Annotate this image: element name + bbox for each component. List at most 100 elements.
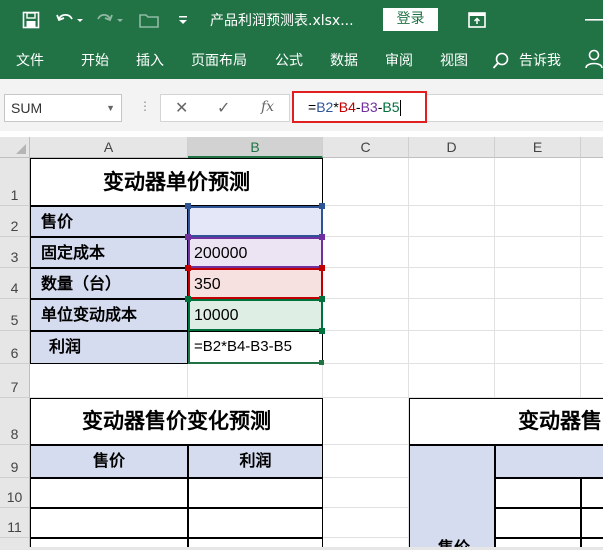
chevron-down-icon[interactable]: ▼ — [106, 95, 115, 121]
column-header-f[interactable] — [581, 137, 603, 158]
tab-home[interactable]: 开始 — [81, 50, 109, 70]
row-header-1[interactable]: 1 — [0, 158, 30, 206]
range-handle[interactable] — [185, 265, 191, 271]
table2-cell[interactable] — [188, 478, 323, 508]
table3-cell[interactable] — [495, 478, 581, 508]
row-header-9[interactable]: 9 — [0, 445, 30, 478]
select-all-corner[interactable] — [0, 137, 30, 158]
label-fixed-cost[interactable]: 固定成本 — [30, 237, 188, 268]
formula-input-extension[interactable] — [427, 94, 603, 122]
row-header-2[interactable]: 2 — [0, 206, 30, 237]
column-header-e[interactable]: E — [495, 137, 581, 158]
row-number: 8 — [10, 426, 19, 442]
tab-review[interactable]: 审阅 — [385, 50, 413, 70]
row-number: 2 — [10, 218, 19, 234]
tell-me-button[interactable]: 告诉我 — [519, 50, 561, 70]
tab-data[interactable]: 数据 — [330, 50, 358, 70]
label-unit-variable-cost[interactable]: 单位变动成本 — [30, 299, 188, 331]
table2-header-price[interactable]: 售价 — [30, 445, 188, 478]
row-number: 1 — [10, 187, 19, 203]
search-icon[interactable] — [492, 52, 509, 69]
table3-cell[interactable] — [581, 508, 603, 538]
column-header-b[interactable]: B — [188, 137, 323, 158]
row-number: 5 — [10, 312, 19, 328]
table2-title[interactable]: 变动器售价变化预测 — [30, 398, 323, 445]
column-header-a[interactable]: A — [30, 137, 188, 158]
range-handle[interactable] — [319, 234, 325, 240]
row-header-10[interactable]: 10 — [0, 478, 30, 508]
table2-header-profit[interactable]: 利润 — [188, 445, 323, 478]
row-header-3[interactable]: 3 — [0, 237, 30, 268]
table3-cell[interactable] — [581, 478, 603, 508]
enter-icon[interactable]: ✓ — [217, 98, 230, 117]
row-number: 10 — [6, 489, 23, 505]
text-caret — [400, 100, 402, 117]
fill-handle[interactable] — [319, 360, 324, 365]
label-profit[interactable]: 利润 — [30, 331, 188, 364]
restore-window-icon[interactable] — [466, 9, 488, 31]
redo-icon[interactable] — [95, 9, 125, 31]
person-icon[interactable] — [585, 49, 603, 73]
more-icon[interactable]: ⋮ — [139, 99, 151, 113]
formula-input[interactable]: =B2*B4-B3-B5 — [292, 91, 427, 123]
formula-equals: = — [308, 99, 317, 115]
row-number: 4 — [10, 280, 19, 296]
customize-icon[interactable] — [172, 9, 194, 31]
row-number: 6 — [10, 345, 19, 361]
file-name: 产品利润预测表.xlsx... — [210, 13, 354, 29]
cell-b3-fixed-cost[interactable]: 200000 — [188, 237, 323, 268]
table2-cell[interactable] — [188, 508, 323, 538]
insert-function-button[interactable]: fx — [261, 99, 274, 115]
tab-view[interactable]: 视图 — [440, 50, 468, 70]
formula-ref-b3: B3 — [360, 99, 378, 115]
table3-title[interactable]: 变动器售 — [409, 398, 603, 445]
formula-buttons: ✕ ✓ fx — [160, 94, 290, 122]
table3-header[interactable] — [495, 445, 603, 478]
cell-b4-quantity[interactable]: 350 — [188, 268, 323, 299]
table3-cell[interactable] — [495, 508, 581, 538]
table1-title[interactable]: 变动器单价预测 — [30, 158, 323, 206]
row-header-5[interactable]: 5 — [0, 299, 30, 331]
minimize-icon[interactable] — [573, 9, 603, 31]
spreadsheet-grid[interactable]: A B C D E 1 2 3 4 5 6 7 8 9 10 11 变动器单价预… — [0, 131, 603, 550]
tab-file[interactable]: 文件 — [16, 50, 44, 70]
tab-insert[interactable]: 插入 — [136, 50, 164, 70]
folder-icon[interactable] — [138, 9, 160, 31]
formula-ref-b4: B4 — [338, 99, 356, 115]
range-handle[interactable] — [319, 265, 325, 271]
cell-b6-profit-formula[interactable]: =B2*B4-B3-B5 — [188, 331, 323, 364]
range-handle[interactable] — [319, 203, 325, 209]
table2-cell[interactable] — [30, 508, 188, 538]
table3-side-header[interactable]: 售价 — [409, 445, 495, 550]
row-header-4[interactable]: 4 — [0, 268, 30, 299]
cancel-icon[interactable]: ✕ — [175, 98, 188, 117]
login-button[interactable]: 登录 — [383, 8, 438, 31]
cell-b2-price[interactable] — [188, 206, 323, 237]
formula-ref-b2: B2 — [316, 99, 334, 115]
cell-b5-unit-variable-cost[interactable]: 10000 — [188, 299, 323, 331]
row-header-8[interactable]: 8 — [0, 398, 30, 445]
column-header-c[interactable]: C — [323, 137, 409, 158]
save-icon[interactable] — [20, 9, 42, 31]
tab-formulas[interactable]: 公式 — [275, 50, 303, 70]
row-number: 3 — [10, 249, 19, 265]
label-quantity[interactable]: 数量（台） — [30, 268, 188, 299]
table2-cell[interactable] — [30, 478, 188, 508]
row-number: 7 — [10, 379, 19, 395]
name-box[interactable]: SUM ▼ — [4, 94, 122, 122]
row-header-6[interactable]: 6 — [0, 331, 30, 364]
formula-bar: SUM ▼ ⋮ ✕ ✓ fx =B2*B4-B3-B5 — [0, 87, 603, 131]
column-header-d[interactable]: D — [409, 137, 495, 158]
label-price[interactable]: 售价 — [30, 206, 188, 237]
undo-icon[interactable] — [54, 9, 84, 31]
ribbon-tabs: 文件 开始 插入 页面布局 公式 数据 审阅 视图 告诉我 — [0, 41, 603, 79]
range-handle[interactable] — [319, 328, 325, 334]
range-handle[interactable] — [319, 296, 325, 302]
range-handle[interactable] — [185, 296, 191, 302]
range-handle[interactable] — [185, 234, 191, 240]
row-header-7[interactable]: 7 — [0, 364, 30, 398]
range-handle[interactable] — [185, 203, 191, 209]
title-bar: 产品利润预测表.xlsx... 登录 — [0, 0, 603, 41]
row-header-11[interactable]: 11 — [0, 508, 30, 538]
tab-page-layout[interactable]: 页面布局 — [191, 50, 247, 70]
